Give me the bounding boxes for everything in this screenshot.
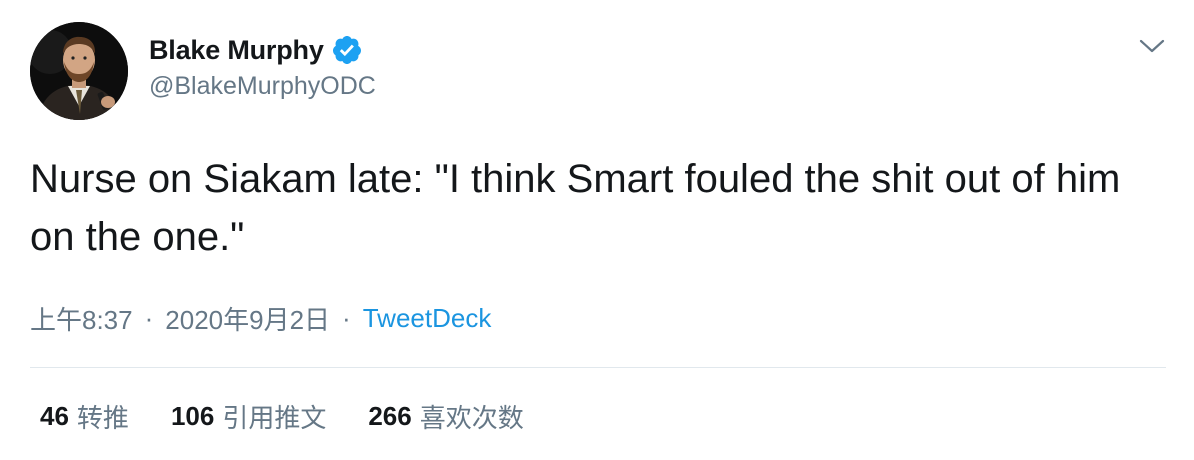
avatar-image — [30, 22, 128, 120]
tweet-stats: 46 转推 106 引用推文 266 喜欢次数 — [40, 396, 566, 436]
chevron-down-icon — [1139, 39, 1165, 53]
verified-badge-icon — [331, 34, 363, 66]
likes-label: 喜欢次数 — [419, 402, 524, 433]
tweet-date[interactable]: 2020年9月2日 — [165, 300, 330, 337]
avatar[interactable] — [30, 22, 128, 120]
retweets-count: 46 — [40, 400, 69, 431]
quotes-stat[interactable]: 106 引用推文 — [171, 398, 326, 435]
meta-separator: · — [144, 302, 154, 333]
author-handle[interactable]: @BlakeMurphyODC — [149, 72, 376, 101]
meta-separator: · — [342, 302, 351, 333]
tweet-meta: 上午8:37 · 2020年9月2日 · TweetDeck — [30, 300, 491, 336]
quotes-count: 106 — [170, 400, 215, 431]
likes-stat[interactable]: 266 喜欢次数 — [368, 398, 523, 435]
retweets-label: 转推 — [76, 402, 129, 433]
tweet-source-link[interactable]: TweetDeck — [363, 303, 492, 334]
divider — [30, 367, 1166, 368]
quotes-label: 引用推文 — [222, 402, 327, 433]
author-display-name[interactable]: Blake Murphy — [149, 35, 324, 66]
tweet-card: Blake Murphy @BlakeMurphyODC Nurse on Si… — [0, 0, 1194, 460]
likes-count: 266 — [368, 400, 412, 431]
retweets-stat[interactable]: 46 转推 — [40, 398, 129, 435]
author-name-row[interactable]: Blake Murphy — [149, 30, 363, 70]
tweet-text: Nurse on Siakam late: "I think Smart fou… — [30, 157, 1121, 259]
tweet-time[interactable]: 上午8:37 — [30, 300, 133, 337]
tweet-menu-button[interactable] — [1134, 30, 1170, 62]
